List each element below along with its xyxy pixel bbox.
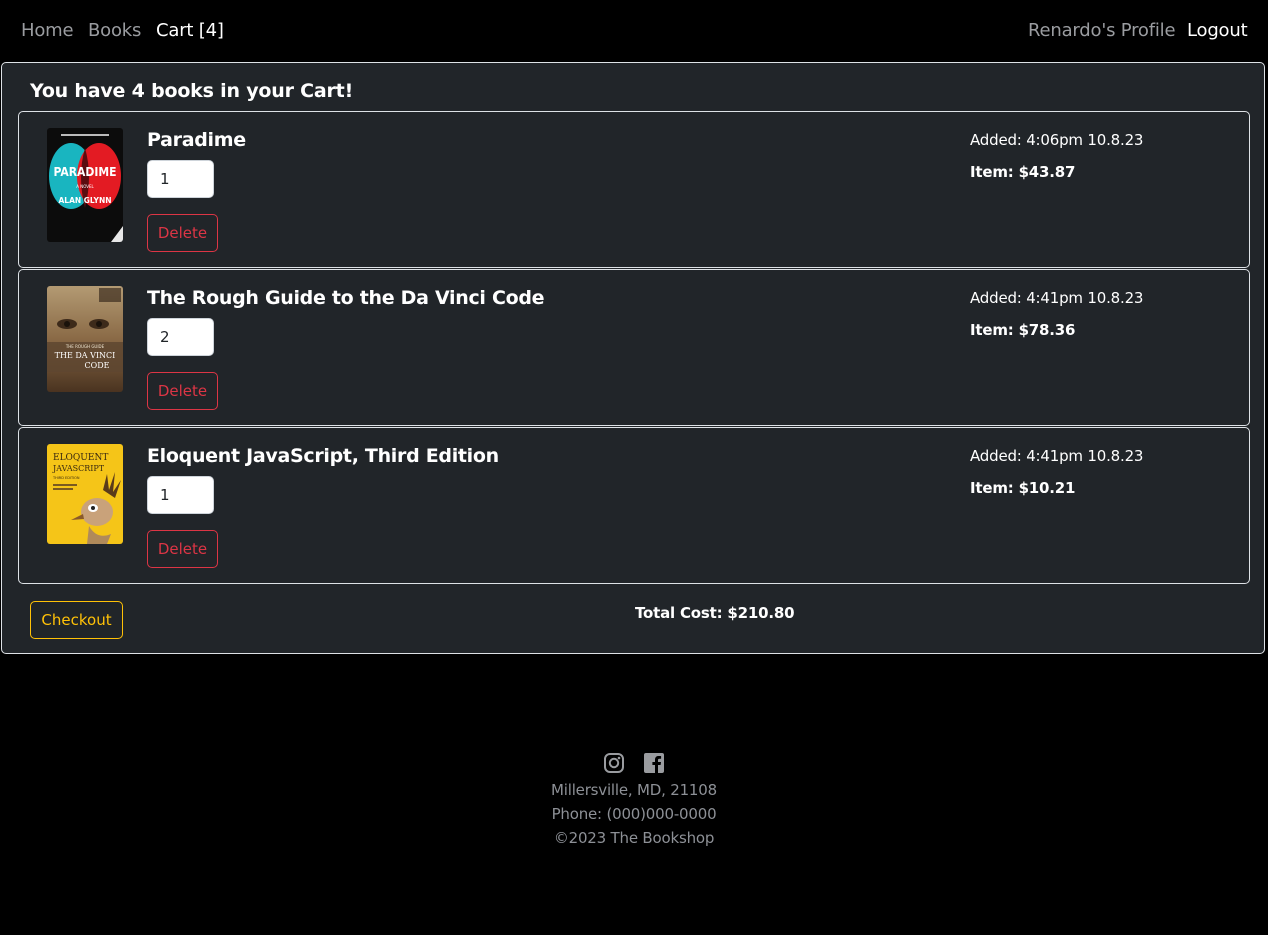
svg-text:CODE: CODE (85, 361, 110, 370)
book-cover-image: THE ROUGH GUIDE THE DA VINCI CODE (47, 286, 123, 392)
cart-heading: You have 4 books in your Cart! (30, 80, 354, 102)
book-title: Eloquent JavaScript, Third Edition (147, 445, 499, 467)
cart-item: THE ROUGH GUIDE THE DA VINCI CODE The Ro… (18, 269, 1250, 426)
cart-item: ELOQUENT JAVASCRIPT THIRD EDITION Eloque… (18, 427, 1250, 584)
footer-phone: Phone: (000)000-0000 (551, 805, 717, 823)
book-cover-image: PARADIME A NOVEL ALAN GLYNN (47, 128, 123, 242)
svg-text:ALAN GLYNN: ALAN GLYNN (58, 196, 111, 205)
top-navbar: Home Books Cart [4] Renardo's Profile Lo… (0, 0, 1268, 62)
cart-item: PARADIME A NOVEL ALAN GLYNN Paradime Del… (18, 111, 1250, 268)
item-price: Item: $10.21 (970, 479, 1076, 497)
nav-home-link[interactable]: Home (21, 20, 74, 41)
instagram-icon[interactable] (603, 752, 625, 778)
footer-copyright: ©2023 The Bookshop (553, 829, 715, 847)
added-timestamp: Added: 4:41pm 10.8.23 (970, 289, 1144, 307)
svg-text:PARADIME: PARADIME (54, 165, 117, 179)
item-price: Item: $78.36 (970, 321, 1076, 339)
total-cost: Total Cost: $210.80 (635, 604, 795, 622)
added-timestamp: Added: 4:06pm 10.8.23 (970, 131, 1144, 149)
nav-profile-link[interactable]: Renardo's Profile (1028, 20, 1176, 41)
nav-cart-link[interactable]: Cart [4] (156, 20, 224, 41)
svg-text:ELOQUENT: ELOQUENT (53, 453, 108, 463)
quantity-input[interactable] (147, 160, 214, 198)
quantity-input[interactable] (147, 476, 214, 514)
footer-address: Millersville, MD, 21108 (551, 781, 717, 799)
svg-text:A NOVEL: A NOVEL (76, 184, 94, 189)
social-links (0, 752, 1268, 778)
delete-button[interactable]: Delete (147, 372, 218, 410)
svg-text:THIRD EDITION: THIRD EDITION (52, 476, 80, 480)
facebook-icon[interactable] (643, 752, 665, 778)
nav-logout-link[interactable]: Logout (1187, 20, 1248, 41)
quantity-input[interactable] (147, 318, 214, 356)
book-title: Paradime (147, 129, 246, 151)
book-cover-image: ELOQUENT JAVASCRIPT THIRD EDITION (47, 444, 123, 544)
svg-text:THE ROUGH GUIDE: THE ROUGH GUIDE (65, 344, 105, 349)
svg-text:THE DA VINCI: THE DA VINCI (55, 351, 116, 360)
nav-books-link[interactable]: Books (88, 20, 141, 41)
item-price: Item: $43.87 (970, 163, 1076, 181)
delete-button[interactable]: Delete (147, 214, 218, 252)
checkout-button[interactable]: Checkout (30, 601, 123, 639)
added-timestamp: Added: 4:41pm 10.8.23 (970, 447, 1144, 465)
footer: Millersville, MD, 21108 Phone: (000)000-… (0, 752, 1268, 850)
book-title: The Rough Guide to the Da Vinci Code (147, 287, 545, 309)
svg-text:JAVASCRIPT: JAVASCRIPT (52, 464, 105, 473)
cart-card: You have 4 books in your Cart! PARADIME … (1, 62, 1265, 654)
delete-button[interactable]: Delete (147, 530, 218, 568)
